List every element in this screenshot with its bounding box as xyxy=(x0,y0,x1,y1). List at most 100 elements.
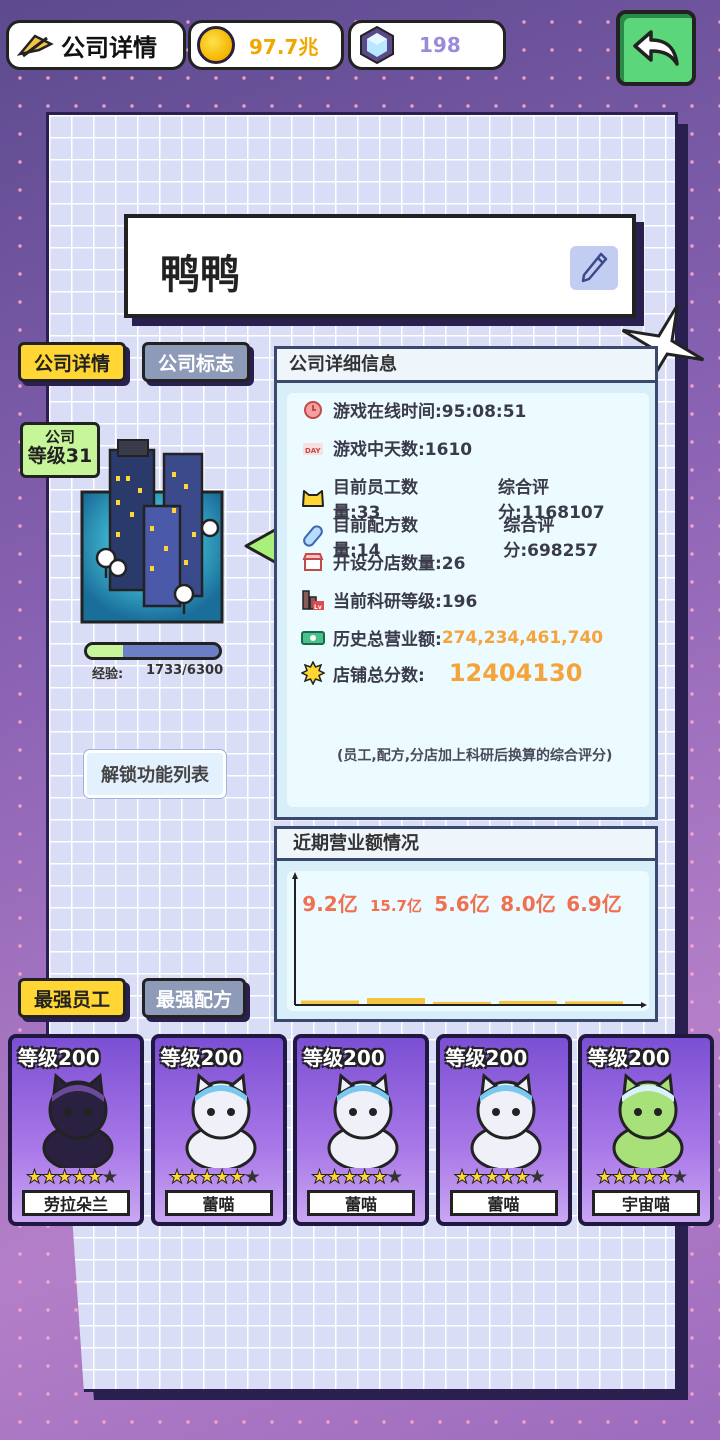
gem-icon xyxy=(360,25,394,65)
star-icon: ★ xyxy=(656,1166,674,1189)
star-badge-icon xyxy=(301,661,325,685)
pencil-icon xyxy=(581,252,608,283)
employee-stars: ★★★★★★ xyxy=(310,1166,403,1189)
employee-card[interactable]: 等级200 ★★★★★★ 蕾喵 xyxy=(435,1034,572,1226)
back-button[interactable] xyxy=(616,10,696,86)
star-icon: ★ xyxy=(56,1166,74,1189)
revenue-panel-title: 近期营业额情况 xyxy=(277,829,655,861)
shop-icon xyxy=(301,551,325,573)
recipe-score-text: 综合评分:698257 xyxy=(503,516,599,561)
star-icon: ★ xyxy=(498,1166,516,1189)
experience-value: 1733/6300 xyxy=(146,663,224,678)
star-icon: ★ xyxy=(213,1166,231,1189)
gold-coin-icon xyxy=(197,26,235,64)
total-score-value: 12404130 xyxy=(448,659,583,687)
revenue-chart: 9.2亿 15.7亿 5.6亿 8.0亿 6.9亿 xyxy=(292,872,647,1008)
tab-company-details[interactable]: 公司详情 xyxy=(18,342,126,382)
revenue-bar xyxy=(565,1001,623,1004)
employee-level: 等级200 xyxy=(588,1046,670,1070)
star-icon: ★ xyxy=(326,1166,344,1189)
employee-name: 蕾喵 xyxy=(307,1190,415,1216)
gold-amount: 97.7兆 xyxy=(249,34,319,59)
employee-card[interactable]: 等级200 ★★★★★★ 蕾喵 xyxy=(293,1034,429,1226)
star-icon: ★ xyxy=(513,1166,531,1189)
y-axis-arrow-icon xyxy=(292,872,298,879)
company-icon xyxy=(17,34,54,58)
gem-counter[interactable]: 198 xyxy=(348,20,506,70)
page-title-pill: 公司详情 xyxy=(6,20,186,70)
score-note: (员工,配方,分店加上科研后换算的综合评分) xyxy=(337,748,613,764)
company-building-image xyxy=(80,439,224,624)
revenue-bar-label: 8.0亿 xyxy=(500,892,555,916)
star-icon: ★ xyxy=(25,1166,43,1189)
employee-level: 等级200 xyxy=(18,1046,100,1070)
star-icon: ★ xyxy=(41,1166,59,1189)
cash-icon xyxy=(301,627,325,649)
page-title: 公司详情 xyxy=(61,33,157,62)
revenue-bar xyxy=(301,1000,359,1004)
experience-bar xyxy=(84,642,222,660)
star-icon: ★ xyxy=(626,1166,644,1189)
experience-label: 经验: xyxy=(92,667,124,682)
gold-counter[interactable]: 97.7兆 xyxy=(188,20,344,70)
employee-stars: ★★★★★★ xyxy=(168,1166,261,1189)
revenue-bar xyxy=(433,1001,491,1004)
branch-count-text: 开设分店数量:26 xyxy=(333,554,466,574)
star-icon: ★ xyxy=(341,1166,359,1189)
star-icon: ★ xyxy=(86,1166,104,1189)
company-name: 鸭鸭 xyxy=(160,252,240,298)
employee-stars: ★★★★★★ xyxy=(25,1166,118,1189)
info-panel-title: 公司详细信息 xyxy=(277,349,655,383)
tab-best-staff[interactable]: 最强员工 xyxy=(18,978,126,1018)
employee-portrait-icon xyxy=(42,1073,114,1168)
experience-bar-fill xyxy=(87,645,124,657)
star-icon: ★ xyxy=(356,1166,374,1189)
online-time-text: 游戏在线时间:95:08:51 xyxy=(333,402,527,422)
star-icon: ★ xyxy=(483,1166,501,1189)
employee-card[interactable]: 等级200 ★★★★★★ 蕾喵 xyxy=(150,1034,287,1226)
edit-name-button[interactable] xyxy=(570,246,618,290)
total-score-label: 店铺总分数: xyxy=(333,665,425,686)
tab-best-recipe[interactable]: 最强配方 xyxy=(142,978,246,1018)
revenue-chart-area: 9.2亿 15.7亿 5.6亿 8.0亿 6.9亿 xyxy=(287,871,649,1011)
calendar-day-icon: DAY xyxy=(301,437,325,459)
star-icon: ★ xyxy=(611,1166,629,1189)
revenue-value: 274,234,461,740 xyxy=(441,627,604,648)
revenue-bar xyxy=(499,1000,557,1004)
company-info-panel: 公司详细信息 游戏在线时间:95:08:51 DAY 游戏中天数:1610 目前… xyxy=(274,346,658,820)
revenue-label: 历史总营业额: xyxy=(333,630,442,650)
employee-stars: ★★★★★★ xyxy=(453,1166,546,1189)
revenue-bar-label: 6.9亿 xyxy=(566,892,621,916)
employee-card[interactable]: 等级200 ★★★★★★ 宇宙喵 xyxy=(578,1034,714,1226)
employee-card[interactable]: 等级200 ★★★★★★ 劳拉朵兰 xyxy=(8,1034,144,1226)
cat-face-icon xyxy=(301,487,325,509)
star-icon: ★ xyxy=(198,1166,216,1189)
star-icon: ★ xyxy=(595,1166,613,1189)
employee-level: 等级200 xyxy=(160,1046,243,1070)
row-total-score: 店铺总分数: 12404130 xyxy=(301,659,582,687)
star-icon: ★ xyxy=(71,1166,89,1189)
x-axis-arrow-icon xyxy=(641,1002,647,1008)
revenue-bar xyxy=(367,998,425,1004)
star-icon: ★ xyxy=(641,1166,659,1189)
top-bar: 公司详情 97.7兆 198 xyxy=(0,0,720,86)
svg-text:Lv: Lv xyxy=(314,604,322,611)
company-name-box: 鸭鸭 xyxy=(124,214,636,318)
star-icon: ★ xyxy=(528,1166,546,1188)
unlock-feature-list-button[interactable]: 解锁功能列表 xyxy=(84,750,226,798)
employee-portrait-icon xyxy=(612,1073,684,1168)
employee-level: 等级200 xyxy=(445,1046,528,1070)
star-icon: ★ xyxy=(371,1166,389,1189)
tab-company-logo[interactable]: 公司标志 xyxy=(142,342,250,382)
clock-icon xyxy=(301,399,325,421)
star-icon: ★ xyxy=(168,1166,186,1189)
star-icon: ★ xyxy=(453,1166,471,1189)
employee-stars: ★★★★★★ xyxy=(595,1166,688,1189)
gem-amount: 198 xyxy=(419,33,461,57)
revenue-bar-label: 5.6亿 xyxy=(434,892,489,916)
employee-level: 等级200 xyxy=(303,1046,385,1070)
star-icon: ★ xyxy=(468,1166,486,1189)
star-icon: ★ xyxy=(228,1166,246,1189)
star-icon: ★ xyxy=(101,1166,118,1188)
row-branches: 开设分店数量:26 xyxy=(301,549,465,574)
